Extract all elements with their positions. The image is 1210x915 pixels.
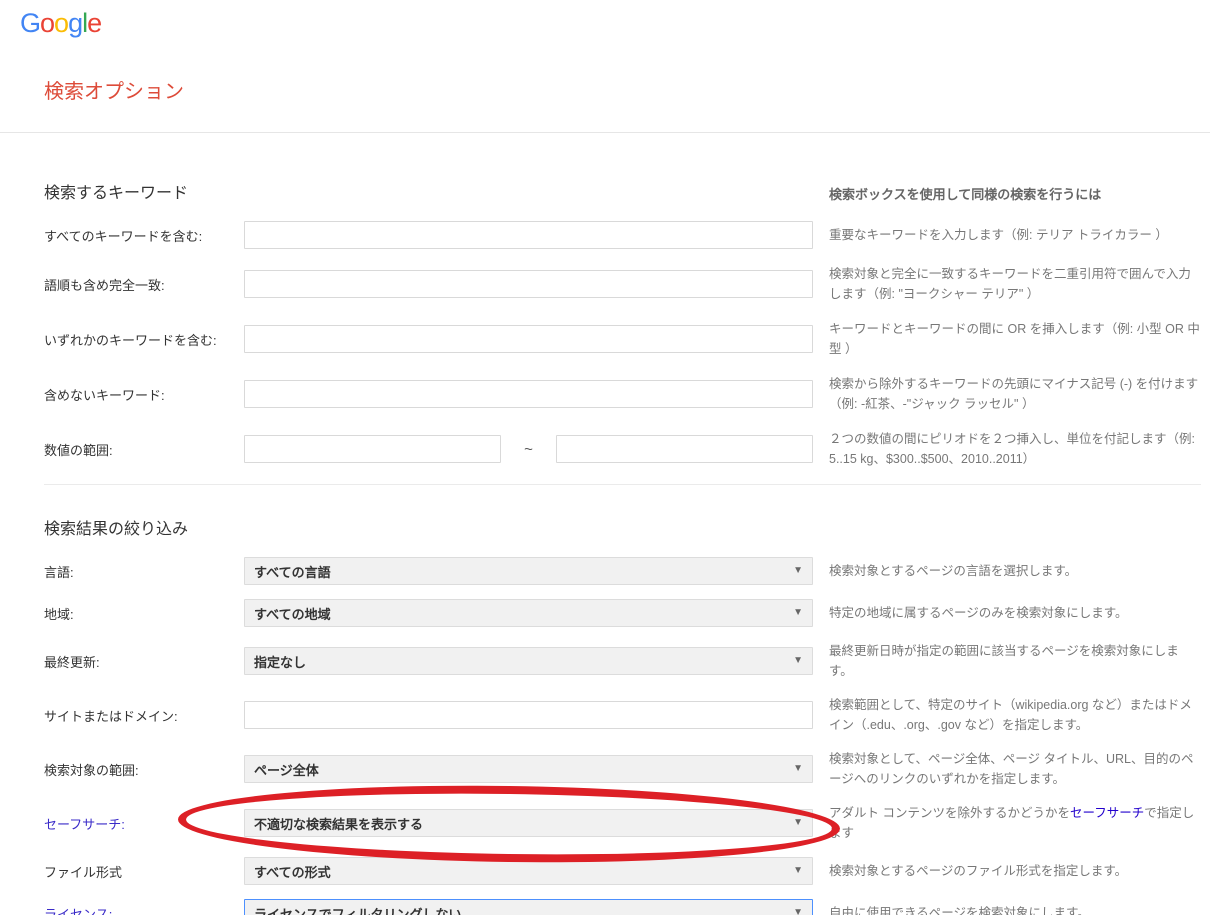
google-logo-letter: g	[68, 8, 82, 38]
field-row-search-scope: 検索対象の範囲: ページ全体 ▼ 検索対象として、ページ全体、ページ タイトル、…	[44, 749, 1201, 789]
google-logo-letter: o	[40, 8, 54, 38]
field-row-any-keywords: いずれかのキーワードを含む: キーワードとキーワードの間に OR を挿入します（…	[44, 319, 1201, 359]
help-text: 重要なキーワードを入力します（例: テリア トライカラー ）	[829, 225, 1201, 245]
keywords-section-title: 検索するキーワード	[44, 179, 813, 203]
chevron-down-icon: ▼	[793, 763, 803, 774]
field-row-site-domain: サイトまたはドメイン: 検索範囲として、特定のサイト（wikipedia.org…	[44, 695, 1201, 735]
help-text-prefix: アダルト コンテンツを除外するかどうかを	[829, 806, 1070, 820]
field-row-license: ライセンス: ライセンスでフィルタリングしない ▼ 自由に使用できるページを検索…	[44, 899, 1201, 915]
last-update-select[interactable]: 指定なし ▼	[244, 647, 813, 675]
exact-phrase-input[interactable]	[244, 270, 813, 298]
keywords-section: 検索するキーワード 検索ボックスを使用して同様の検索を行うには すべてのキーワー…	[0, 133, 1210, 469]
field-label: 含めないキーワード:	[44, 385, 228, 404]
any-keywords-input[interactable]	[244, 325, 813, 353]
page-title: 検索オプション	[44, 75, 1210, 104]
search-scope-select-value: ページ全体	[245, 760, 319, 779]
number-range-min-input[interactable]	[244, 435, 501, 463]
chevron-down-icon: ▼	[793, 865, 803, 876]
field-row-none-keywords: 含めないキーワード: 検索から除外するキーワードの先頭にマイナス記号 (-) を…	[44, 374, 1201, 414]
field-label: ファイル形式	[44, 862, 228, 881]
google-logo-letter: e	[87, 8, 101, 38]
safesearch-select-value: 不適切な検索結果を表示する	[245, 814, 423, 833]
page-header: Google 検索オプション	[0, 0, 1210, 133]
chevron-down-icon: ▼	[793, 907, 803, 915]
field-label: 検索対象の範囲:	[44, 760, 228, 779]
field-row-exact-phrase: 語順も含め完全一致: 検索対象と完全に一致するキーワードを二重引用符で囲んで入力…	[44, 264, 1201, 304]
field-label: サイトまたはドメイン:	[44, 706, 228, 725]
field-row-safesearch: セーフサーチ: 不適切な検索結果を表示する ▼ アダルト コンテンツを除外するか…	[44, 803, 1201, 843]
help-text: 最終更新日時が指定の範囲に該当するページを検索対象にします。	[829, 641, 1201, 681]
range-separator: ~	[501, 441, 556, 458]
last-update-select-value: 指定なし	[245, 652, 306, 671]
site-domain-input[interactable]	[244, 701, 813, 729]
none-keywords-input[interactable]	[244, 380, 813, 408]
license-select[interactable]: ライセンスでフィルタリングしない ▼	[244, 899, 813, 915]
chevron-down-icon: ▼	[793, 817, 803, 828]
google-logo-letter: G	[20, 8, 40, 38]
google-logo-letter: o	[54, 8, 68, 38]
help-text: ２つの数値の間にピリオドを２つ挿入し、単位を付記します（例: 5..15 kg、…	[829, 429, 1201, 469]
help-column-title: 検索ボックスを使用して同様の検索を行うには	[829, 184, 1201, 203]
help-text: キーワードとキーワードの間に OR を挿入します（例: 小型 OR 中型 ）	[829, 319, 1201, 359]
advanced-search-page: Google 検索オプション 検索するキーワード 検索ボックスを使用して同様の検…	[0, 0, 1210, 915]
help-text: 検索から除外するキーワードの先頭にマイナス記号 (-) を付けます（例: -紅茶…	[829, 374, 1201, 414]
field-label: すべてのキーワードを含む:	[44, 226, 228, 245]
help-text: アダルト コンテンツを除外するかどうかをセーフサーチで指定します	[829, 803, 1201, 843]
number-range-max-input[interactable]	[556, 435, 813, 463]
help-text: 検索対象と完全に一致するキーワードを二重引用符で囲んで入力します（例: "ヨーク…	[829, 264, 1201, 304]
google-logo[interactable]: Google	[20, 8, 1210, 39]
region-select-value: すべての地域	[245, 604, 331, 623]
filetype-select-value: すべての形式	[245, 862, 331, 881]
refine-section: 検索結果の絞り込み 言語: すべての言語 ▼ 検索対象とするページの言語を選択し…	[0, 485, 1210, 915]
help-text: 検索範囲として、特定のサイト（wikipedia.org など）またはドメイン（…	[829, 695, 1201, 735]
field-label: 最終更新:	[44, 652, 228, 671]
filetype-select[interactable]: すべての形式 ▼	[244, 857, 813, 885]
chevron-down-icon: ▼	[793, 655, 803, 666]
field-row-language: 言語: すべての言語 ▼ 検索対象とするページの言語を選択します。	[44, 557, 1201, 585]
field-label: いずれかのキーワードを含む:	[44, 330, 228, 349]
language-select-value: すべての言語	[245, 562, 331, 581]
field-label: 数値の範囲:	[44, 440, 228, 459]
help-text: 検索対象とするページのファイル形式を指定します。	[829, 861, 1201, 881]
safesearch-select[interactable]: 不適切な検索結果を表示する ▼	[244, 809, 813, 837]
help-text: 検索対象として、ページ全体、ページ タイトル、URL、目的のページへのリンクのい…	[829, 749, 1201, 789]
field-row-number-range: 数値の範囲: ~ ２つの数値の間にピリオドを２つ挿入し、単位を付記します（例: …	[44, 429, 1201, 469]
chevron-down-icon: ▼	[793, 565, 803, 576]
help-text: 検索対象とするページの言語を選択します。	[829, 561, 1201, 581]
field-row-last-update: 最終更新: 指定なし ▼ 最終更新日時が指定の範囲に該当するページを検索対象にし…	[44, 641, 1201, 681]
field-label: 地域:	[44, 604, 228, 623]
region-select[interactable]: すべての地域 ▼	[244, 599, 813, 627]
field-row-filetype: ファイル形式 すべての形式 ▼ 検索対象とするページのファイル形式を指定します。	[44, 857, 1201, 885]
field-label: 言語:	[44, 562, 228, 581]
chevron-down-icon: ▼	[793, 607, 803, 618]
language-select[interactable]: すべての言語 ▼	[244, 557, 813, 585]
license-select-value: ライセンスでフィルタリングしない	[245, 904, 461, 915]
search-scope-select[interactable]: ページ全体 ▼	[244, 755, 813, 783]
safesearch-help-link[interactable]: セーフサーチ	[1070, 806, 1144, 820]
field-label: 語順も含め完全一致:	[44, 275, 228, 294]
refine-section-title: 検索結果の絞り込み	[44, 515, 813, 539]
license-label-link[interactable]: ライセンス:	[44, 904, 228, 915]
field-row-region: 地域: すべての地域 ▼ 特定の地域に属するページのみを検索対象にします。	[44, 599, 1201, 627]
field-row-all-keywords: すべてのキーワードを含む: 重要なキーワードを入力します（例: テリア トライカ…	[44, 221, 1201, 249]
all-keywords-input[interactable]	[244, 221, 813, 249]
safesearch-label-link[interactable]: セーフサーチ:	[44, 814, 228, 833]
help-text: 自由に使用できるページを検索対象にします。	[829, 903, 1201, 915]
help-text: 特定の地域に属するページのみを検索対象にします。	[829, 603, 1201, 623]
